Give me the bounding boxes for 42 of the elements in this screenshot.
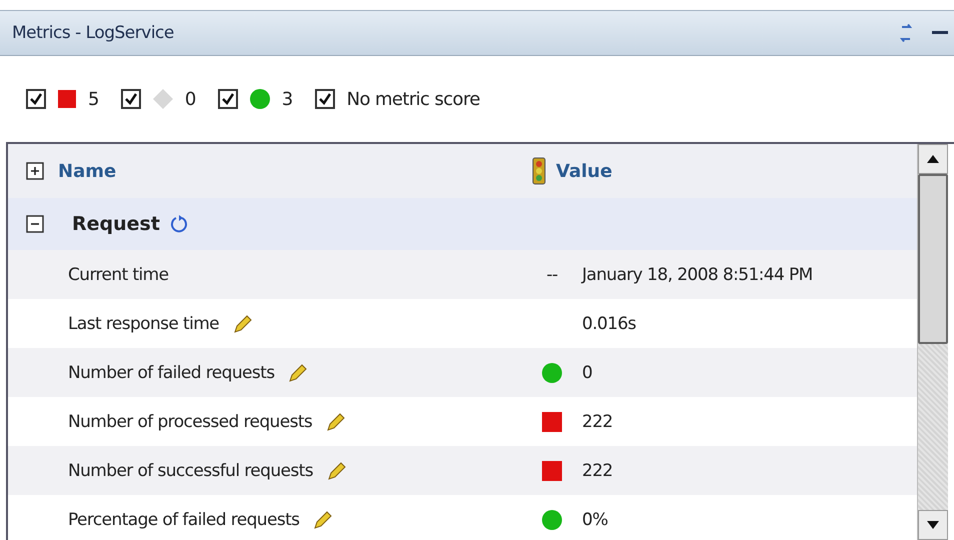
column-header[interactable]: Name: [58, 160, 116, 182]
checkbox[interactable]: [314, 89, 335, 109]
collapse-icon[interactable]: [26, 215, 44, 233]
metric-value: 0: [582, 362, 592, 382]
expand-all-icon[interactable]: [26, 162, 44, 180]
filter-count: 5: [88, 88, 99, 110]
filter-label: No metric score: [346, 88, 480, 110]
metric-name: Number of processed requests: [68, 412, 312, 432]
metric-value: 0.016s: [582, 314, 636, 334]
metric-value: 222: [582, 460, 613, 480]
refresh-icon[interactable]: [170, 215, 188, 233]
metric-name: Percentage of failed requests: [68, 510, 300, 530]
metric-name: Number of failed requests: [68, 362, 274, 382]
checkbox[interactable]: [26, 89, 46, 109]
traffic-light-icon: [532, 157, 546, 185]
checkbox[interactable]: [120, 89, 141, 109]
metric-name: Current time: [68, 264, 168, 284]
scroll-down-button[interactable]: [918, 510, 948, 540]
column-header[interactable]: Value: [556, 160, 612, 182]
metric-name: Last response time: [68, 314, 220, 334]
filter-count: 3: [282, 88, 293, 110]
scrollbar[interactable]: [917, 144, 948, 540]
refresh-icon[interactable]: [898, 24, 914, 42]
group-name: Request: [72, 213, 160, 235]
pencil-icon[interactable]: [288, 362, 308, 382]
pencil-icon[interactable]: [326, 412, 346, 432]
minimize-icon[interactable]: [932, 31, 948, 35]
metric-value: January 18, 2008 8:51:44 PM: [582, 264, 813, 284]
up-arrow-icon: [927, 155, 939, 163]
checkbox[interactable]: [218, 89, 238, 109]
pencil-icon[interactable]: [326, 460, 347, 480]
pencil-icon[interactable]: [313, 510, 334, 530]
down-arrow-icon: [927, 521, 939, 529]
scroll-up-button[interactable]: [918, 144, 948, 174]
metric-value: 222: [582, 412, 613, 432]
pencil-icon[interactable]: [233, 314, 254, 334]
score-text: --: [546, 264, 558, 284]
window-title: Metrics - LogService: [12, 23, 174, 43]
filter-count: 0: [184, 88, 196, 110]
metric-name: Number of successful requests: [68, 460, 313, 480]
metric-value: 0%: [582, 510, 608, 530]
scrollbar-thumb[interactable]: [918, 174, 948, 344]
